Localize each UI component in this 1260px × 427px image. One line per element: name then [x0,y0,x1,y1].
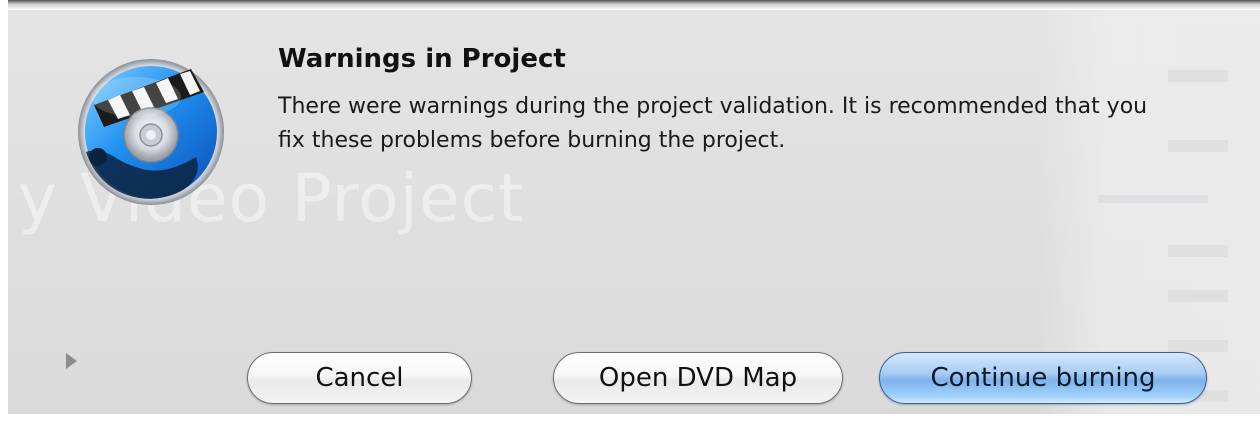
continue-burning-button[interactable]: Continue burning [879,352,1207,404]
idvd-app-icon [76,57,226,207]
dialog-title: Warnings in Project [278,44,566,74]
ghost-row [1168,290,1228,302]
cancel-button[interactable]: Cancel [247,352,472,404]
ghost-row [1168,340,1228,352]
dialog-message: There were warnings during the project v… [278,94,1148,153]
ghost-row [1168,140,1228,152]
window-top-edge [0,0,1260,10]
disclosure-triangle-icon[interactable] [66,353,77,369]
window-left-edge [0,0,8,427]
background-sidebar-selection-ghost [1098,195,1208,203]
ghost-row [1168,245,1228,257]
sheet-backdrop: y Video Project Warnings in Project Ther… [0,0,1260,427]
ghost-row [1168,70,1228,82]
open-dvd-map-button[interactable]: Open DVD Map [553,352,843,404]
